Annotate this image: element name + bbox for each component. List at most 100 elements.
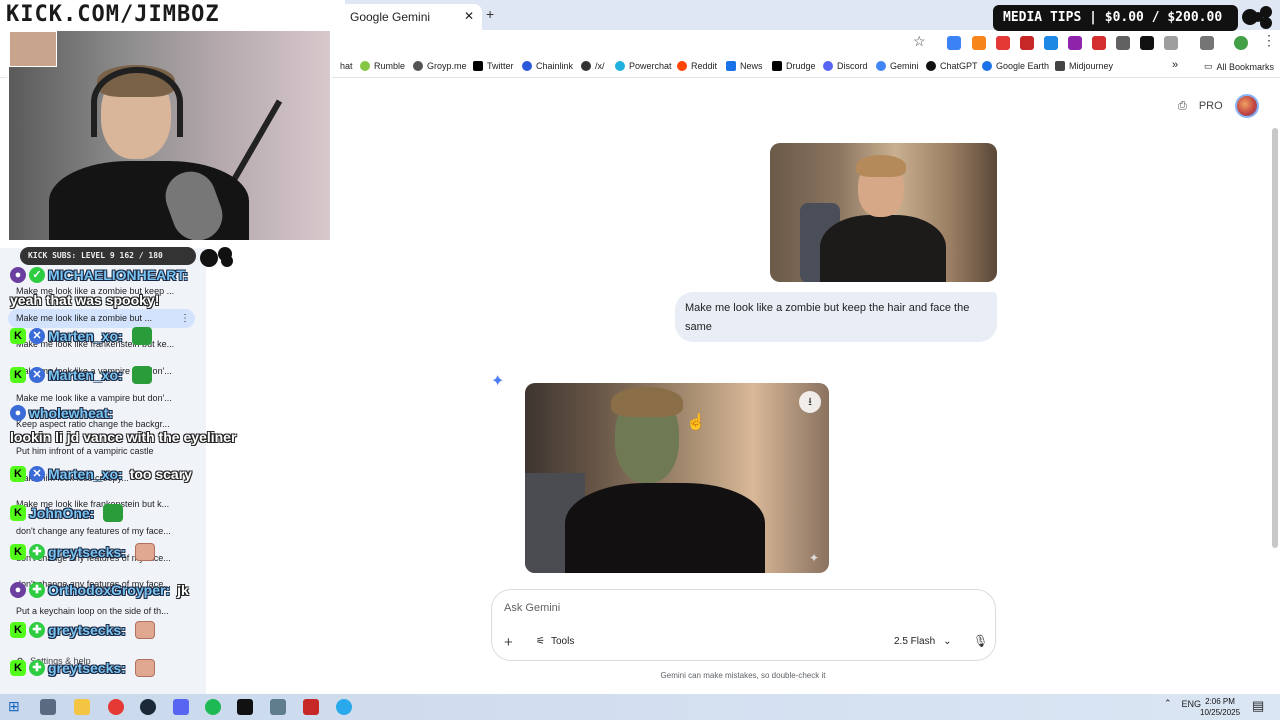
chat-username: greytsecks: xyxy=(48,622,126,638)
discord-icon[interactable] xyxy=(173,699,189,715)
chevron-right-icon[interactable]: » xyxy=(1172,59,1178,71)
chatgpt-icon xyxy=(926,61,936,71)
bookmark-item[interactable]: Gemini xyxy=(876,61,919,71)
tab-google-gemini[interactable]: Google Gemini ✕ xyxy=(340,4,482,30)
sliders-icon: ⚟ xyxy=(536,636,545,647)
bookmark-item[interactable]: Drudge xyxy=(772,61,816,71)
obs-icon[interactable] xyxy=(303,699,319,715)
history-item[interactable]: Put a keychain loop on the side of th... xyxy=(16,606,201,616)
bookmark-star-icon[interactable]: ☆ xyxy=(913,33,926,50)
download-icon[interactable]: ⭳ xyxy=(799,391,821,413)
chat-message: K ✚ greytsecks: xyxy=(10,543,155,561)
history-item[interactable]: don't change any features of my face... xyxy=(16,526,201,536)
file-explorer-icon[interactable] xyxy=(74,699,90,715)
bookmark-item[interactable]: /x/ xyxy=(581,61,605,71)
bookmark-item[interactable]: Powerchat xyxy=(615,61,672,71)
extension-icon[interactable] xyxy=(1020,36,1034,50)
stream-url-banner: KICK.COM/JIMBOZ xyxy=(0,0,345,30)
puzzle-icon[interactable] xyxy=(1164,36,1178,50)
steam-icon[interactable] xyxy=(140,699,156,715)
bookmark-item[interactable]: Rumble xyxy=(360,61,405,71)
badge-icon: ● xyxy=(10,267,26,283)
bookmark-item[interactable]: Discord xyxy=(823,61,868,71)
clock[interactable]: 2:06 PM 10/25/2025 xyxy=(1200,696,1240,718)
creeper-emote-icon xyxy=(131,327,152,345)
extension-icon[interactable] xyxy=(1092,36,1106,50)
metamask-icon[interactable] xyxy=(972,36,986,50)
folder-icon: ▭ xyxy=(1204,61,1213,71)
model-selector[interactable]: 2.5 Flash ⌄ xyxy=(894,636,952,647)
bookmark-item[interactable]: hat xyxy=(340,61,353,71)
extension-icon[interactable] xyxy=(996,36,1010,50)
more-options-icon[interactable]: ⋮ xyxy=(180,313,190,324)
extension-icon[interactable] xyxy=(1116,36,1130,50)
news-icon xyxy=(726,61,736,71)
hand-cursor-icon: ☝ xyxy=(686,414,706,431)
chat-username: OrthodoxGroyper: xyxy=(48,582,171,598)
avatar[interactable] xyxy=(1234,94,1259,118)
bookmark-item[interactable]: Google Earth xyxy=(982,61,1049,71)
telegram-icon[interactable] xyxy=(336,699,352,715)
close-tab-icon[interactable]: ✕ xyxy=(464,9,474,23)
chrome-icon[interactable] xyxy=(108,699,124,715)
reddit-icon xyxy=(677,61,687,71)
scrollbar[interactable] xyxy=(1272,128,1278,548)
app-icon[interactable] xyxy=(270,699,286,715)
chat-username: Marten_xo: xyxy=(48,328,123,344)
drudge-icon xyxy=(772,61,782,71)
extension-icon[interactable] xyxy=(947,36,961,50)
bookmark-item[interactable]: Reddit xyxy=(677,61,717,71)
profile-icon[interactable] xyxy=(1234,36,1248,50)
side-panel-icon[interactable] xyxy=(1200,36,1214,50)
new-tab-icon[interactable]: + xyxy=(486,6,494,22)
windows-taskbar: ⊞ ⌃ ENG 2:06 PM 10/25/2025 ▤ xyxy=(0,694,1280,720)
media-tips-banner: MEDIA TIPS | $0.00 / $200.00 xyxy=(993,5,1238,31)
prompt-input-box[interactable]: Ask Gemini + ⚟ Tools 2.5 Flash ⌄ 🎙 xyxy=(491,589,996,661)
bookmark-item[interactable]: Groyp.me xyxy=(413,61,467,71)
chevron-up-icon[interactable]: ⌃ xyxy=(1164,698,1172,709)
webcam-feed xyxy=(7,29,332,242)
history-item[interactable]: Make me look like a vampire but don'... xyxy=(16,393,201,403)
spotify-icon[interactable] xyxy=(205,699,221,715)
kick-subs-badge: KICK SUBS: LEVEL 9 162 / 180 xyxy=(20,247,196,265)
microphone-icon[interactable]: 🎙 xyxy=(973,634,988,648)
all-bookmarks-button[interactable]: ▭ All Bookmarks xyxy=(1204,61,1274,72)
blob-logo-icon xyxy=(1242,6,1272,29)
windows-start-icon[interactable]: ⊞ xyxy=(8,698,20,715)
extension-icon[interactable] xyxy=(1044,36,1058,50)
history-item[interactable]: Make me look like a zombie but ... xyxy=(16,313,201,323)
fourchan-icon xyxy=(581,61,591,71)
chat-text: lookin li jd vance with the eyeliner xyxy=(10,429,237,445)
sword-icon: ✕ xyxy=(29,328,45,344)
bookmark-item[interactable]: Twitter xyxy=(473,61,514,71)
tools-button[interactable]: ⚟ Tools xyxy=(536,636,574,647)
user-uploaded-image[interactable] xyxy=(770,143,997,282)
powerchat-icon xyxy=(615,61,625,71)
face-emote-icon xyxy=(134,659,155,677)
extension-icon[interactable] xyxy=(1068,36,1082,50)
bookmark-item[interactable]: Midjourney xyxy=(1055,61,1113,71)
badge-icon: ● xyxy=(10,405,26,421)
notification-icon[interactable]: ▤ xyxy=(1252,698,1264,714)
twitter-icon xyxy=(473,61,483,71)
generated-image[interactable]: ⭳ ✦ xyxy=(525,383,829,573)
task-view-icon[interactable] xyxy=(40,699,56,715)
language-indicator[interactable]: ENG xyxy=(1182,699,1202,709)
chevron-down-icon: ⌄ xyxy=(943,636,952,647)
clock-date: 10/25/2025 xyxy=(1200,708,1241,717)
bookmark-item[interactable]: News xyxy=(726,61,763,71)
browser-menu-icon[interactable]: ⋮ xyxy=(1262,32,1276,49)
webcam-thumbnail xyxy=(9,31,57,67)
print-icon[interactable]: ⎙ xyxy=(1178,100,1187,113)
x-icon[interactable] xyxy=(1140,36,1154,50)
pro-badge[interactable]: PRO xyxy=(1199,100,1223,112)
terminal-icon[interactable] xyxy=(237,699,253,715)
chat-username: greytsecks: xyxy=(48,544,126,560)
prompt-input[interactable]: Ask Gemini xyxy=(504,602,560,614)
history-item[interactable]: Put him infront of a vampiric castle xyxy=(16,446,201,456)
bookmark-item[interactable]: ChatGPT xyxy=(926,61,978,71)
kick-icon: K xyxy=(10,367,26,383)
add-icon[interactable]: + xyxy=(504,634,513,651)
bookmark-item[interactable]: Chainlink xyxy=(522,61,573,71)
kick-icon: K xyxy=(10,466,26,482)
